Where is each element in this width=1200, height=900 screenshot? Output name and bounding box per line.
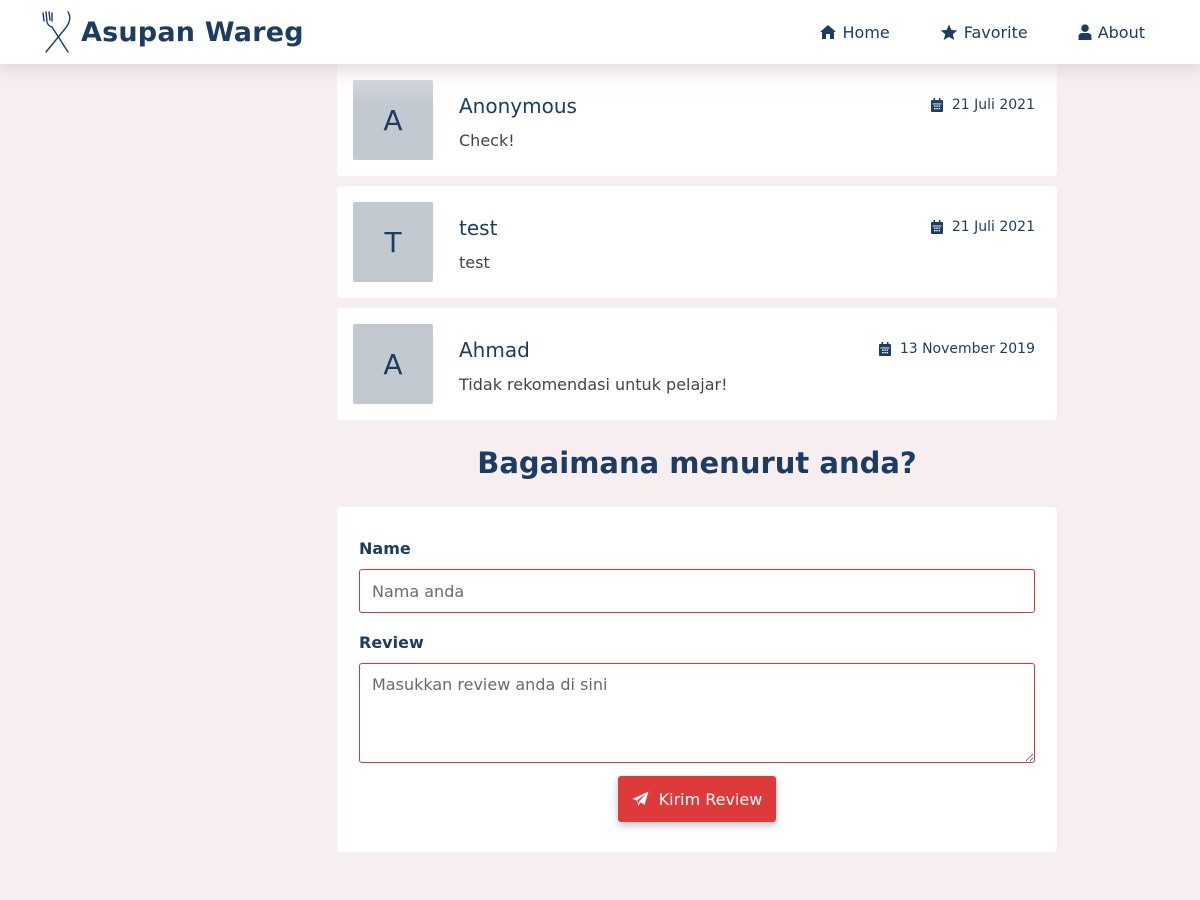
app-header: Asupan Wareg Home Favorite About <box>0 0 1200 64</box>
avatar: A <box>353 80 433 160</box>
review-card: A Anonymous Check! 21 Juli 2021 <box>337 64 1057 176</box>
review-date: 21 Juli 2021 <box>930 97 1035 113</box>
calendar-icon <box>930 220 943 234</box>
nav-home[interactable]: Home <box>819 23 890 42</box>
review-card: A Ahmad Tidak rekomendasi untuk pelajar!… <box>337 308 1057 420</box>
review-date-label: 21 Juli 2021 <box>951 219 1035 235</box>
form-title: Bagaimana menurut anda? <box>477 446 917 480</box>
nav-favorite-label: Favorite <box>963 22 1028 42</box>
avatar: A <box>353 324 433 404</box>
review-form: Name Review Kirim Review <box>337 507 1057 852</box>
nav-home-label: Home <box>842 22 890 42</box>
review-name: Anonymous <box>459 94 577 118</box>
review-text: Tidak rekomendasi untuk pelajar! <box>459 375 728 394</box>
name-input[interactable] <box>359 569 1035 613</box>
fork-knife-icon <box>42 11 71 53</box>
review-date-label: 13 November 2019 <box>899 341 1035 357</box>
review-date: 21 Juli 2021 <box>930 219 1035 235</box>
name-label: Name <box>359 539 411 558</box>
calendar-icon <box>878 342 891 356</box>
review-textarea[interactable] <box>359 663 1035 763</box>
star-icon <box>940 24 958 40</box>
review-list: A Anonymous Check! 21 Juli 2021 T test t… <box>337 64 1057 430</box>
review-label: Review <box>359 633 424 652</box>
nav-favorite[interactable]: Favorite <box>940 23 1028 42</box>
review-name: test <box>459 216 498 240</box>
home-icon <box>819 25 836 39</box>
nav-about[interactable]: About <box>1078 23 1145 42</box>
main-nav: Home Favorite About <box>769 0 1145 64</box>
review-date: 13 November 2019 <box>878 341 1035 357</box>
review-date-label: 21 Juli 2021 <box>951 97 1035 113</box>
app-title: Asupan Wareg <box>81 16 304 48</box>
submit-review-label: Kirim Review <box>658 789 763 809</box>
calendar-icon <box>930 98 943 112</box>
review-text: test <box>459 253 490 272</box>
paper-plane-icon <box>632 791 649 806</box>
review-card: T test test 21 Juli 2021 <box>337 186 1057 298</box>
user-icon <box>1078 24 1092 40</box>
nav-about-label: About <box>1097 22 1145 42</box>
brand[interactable]: Asupan Wareg <box>40 10 304 54</box>
review-name: Ahmad <box>459 338 530 362</box>
submit-review-button[interactable]: Kirim Review <box>618 776 776 822</box>
review-text: Check! <box>459 131 515 150</box>
avatar: T <box>353 202 433 282</box>
